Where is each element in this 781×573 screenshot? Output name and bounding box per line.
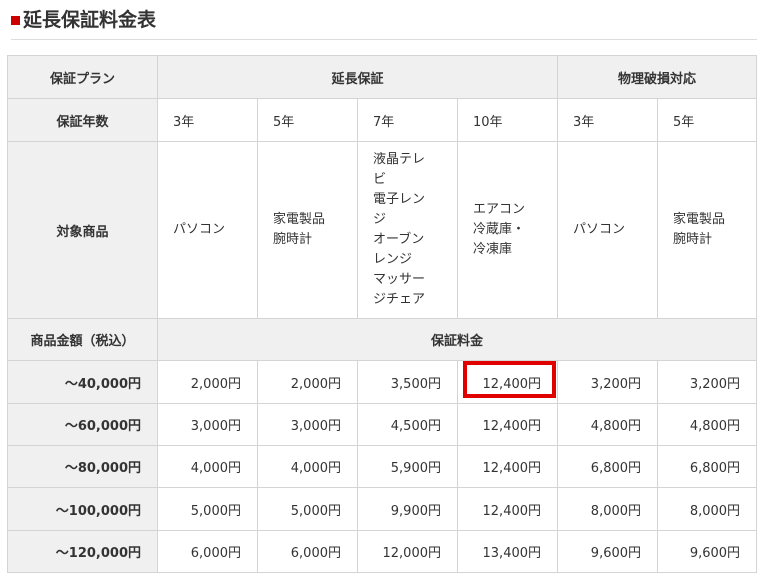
product-line: ジチェア — [373, 292, 426, 307]
products-cell: 家電製品 腕時計 — [257, 141, 358, 319]
price-cell: ～40,000円 — [7, 360, 158, 404]
product-line: マッサー — [373, 272, 426, 287]
table-row: ～120,000円 6,000円 6,000円 12,000円 13,400円 … — [7, 530, 758, 573]
years-cell: 3年 — [557, 98, 659, 142]
product-line: レンジ — [373, 252, 413, 267]
fee-cell: 6,000円 — [157, 530, 258, 573]
fee-cell: 2,000円 — [157, 360, 258, 404]
product-line: 電子レン — [373, 192, 426, 207]
fee-cell: 5,900円 — [357, 445, 458, 488]
plan-label: 保証プラン — [7, 55, 158, 99]
fee-table: 保証プラン 延長保証 物理破損対応 保証年数 3年 5年 7年 10年 3年 5… — [7, 55, 758, 573]
products-cell: パソコン — [557, 141, 659, 319]
price-cell: ～60,000円 — [7, 403, 158, 446]
table-row: ～60,000円 3,000円 3,000円 4,500円 12,400円 4,… — [7, 403, 758, 446]
product-line: オーブン — [373, 232, 425, 247]
heading-marker — [11, 16, 20, 25]
fee-cell: 4,000円 — [157, 445, 258, 488]
product-line: ビ — [373, 172, 387, 187]
fee-header: 保証料金 — [156, 318, 758, 361]
fee-cell: 9,900円 — [357, 487, 458, 531]
products-label: 対象商品 — [7, 141, 158, 319]
heading-title: 延長保証料金表 — [23, 9, 157, 31]
product-line: 液晶テレ — [373, 152, 426, 167]
fee-cell: 6,800円 — [557, 445, 659, 488]
product-line: 冷凍庫 — [473, 242, 513, 257]
fee-cell: 2,000円 — [257, 360, 358, 404]
price-cell: ～120,000円 — [7, 530, 158, 573]
fee-cell: 6,000円 — [257, 530, 358, 573]
fee-cell: 12,400円 — [456, 445, 559, 488]
product-line: 冷蔵庫・ — [473, 222, 526, 237]
product-line: 家電製品 — [673, 212, 726, 227]
product-line: 家電製品 — [273, 212, 326, 227]
product-line: パソコン — [173, 222, 226, 237]
fee-cell: 9,600円 — [657, 530, 758, 573]
price-label: 商品金額（税込） — [7, 318, 158, 361]
product-line: ジ — [373, 212, 387, 227]
fee-cell: 12,400円 — [456, 487, 559, 531]
years-row: 保証年数 3年 5年 7年 10年 3年 5年 — [7, 98, 758, 142]
years-cell: 7年 — [357, 98, 458, 142]
fee-cell: 5,000円 — [157, 487, 258, 531]
product-line: 腕時計 — [273, 232, 313, 247]
products-cell: パソコン — [157, 141, 258, 319]
section-heading: 延長保証料金表 — [11, 2, 757, 40]
products-cell: 液晶テレ ビ 電子レン ジ オーブン レンジ マッサー ジチェア — [357, 141, 458, 319]
fee-cell: 3,500円 — [357, 360, 458, 404]
extended-warranty-header: 延長保証 — [156, 55, 559, 99]
fee-cell: 12,400円 — [456, 360, 559, 404]
fee-cell: 4,500円 — [357, 403, 458, 446]
fee-cell: 4,000円 — [257, 445, 358, 488]
fee-cell: 12,000円 — [357, 530, 458, 573]
product-line: パソコン — [573, 222, 626, 237]
fee-cell: 4,800円 — [557, 403, 659, 446]
price-cell: ～80,000円 — [7, 445, 158, 488]
years-label: 保証年数 — [7, 98, 158, 142]
price-header-row: 商品金額（税込） 保証料金 — [7, 318, 758, 361]
fee-cell: 6,800円 — [657, 445, 758, 488]
fee-cell: 3,200円 — [557, 360, 659, 404]
fee-cell: 4,800円 — [657, 403, 758, 446]
fee-cell: 3,200円 — [657, 360, 758, 404]
product-line: エアコン — [473, 202, 526, 217]
products-row: 対象商品 パソコン 家電製品 腕時計 液晶テレ ビ 電子レン ジ オーブン レン… — [7, 141, 758, 319]
fee-cell: 3,000円 — [157, 403, 258, 446]
table-row: ～80,000円 4,000円 4,000円 5,900円 12,400円 6,… — [7, 445, 758, 488]
years-cell: 10年 — [456, 98, 559, 142]
products-cell: エアコン 冷蔵庫・ 冷凍庫 — [456, 141, 559, 319]
product-line: 腕時計 — [673, 232, 713, 247]
years-cell: 3年 — [157, 98, 258, 142]
fee-cell: 5,000円 — [257, 487, 358, 531]
fee-cell: 8,000円 — [657, 487, 758, 531]
table-row: ～40,000円 2,000円 2,000円 3,500円 12,400円 3,… — [7, 360, 758, 404]
fee-cell: 13,400円 — [456, 530, 559, 573]
fee-cell: 8,000円 — [557, 487, 659, 531]
fee-cell: 3,000円 — [257, 403, 358, 446]
table-row: ～100,000円 5,000円 5,000円 9,900円 12,400円 8… — [7, 487, 758, 531]
years-cell: 5年 — [257, 98, 358, 142]
products-cell: 家電製品 腕時計 — [657, 141, 758, 319]
physical-damage-header: 物理破損対応 — [557, 55, 758, 99]
fee-cell: 9,600円 — [557, 530, 659, 573]
plan-row: 保証プラン 延長保証 物理破損対応 — [7, 55, 758, 99]
price-cell: ～100,000円 — [7, 487, 158, 531]
fee-cell: 12,400円 — [456, 403, 559, 446]
years-cell: 5年 — [657, 98, 758, 142]
